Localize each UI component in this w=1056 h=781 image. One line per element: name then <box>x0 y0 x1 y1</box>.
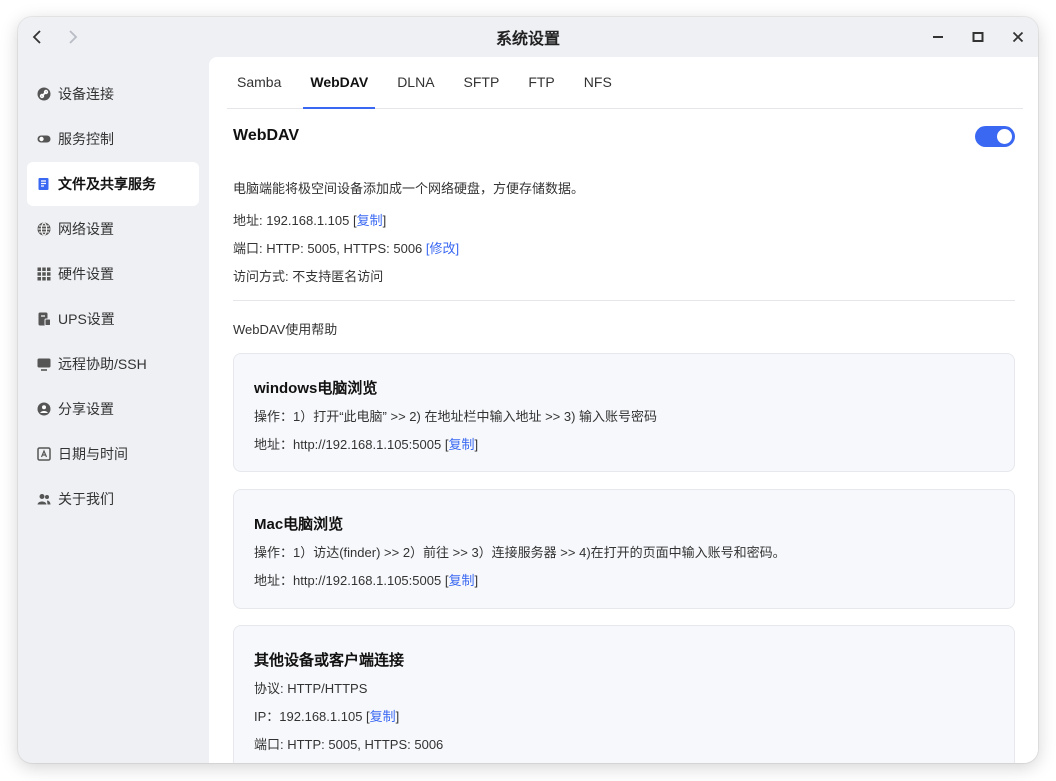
divider <box>233 300 1015 301</box>
sidebar-item-about[interactable]: 关于我们 <box>27 477 199 521</box>
maximize-button[interactable] <box>966 25 990 49</box>
window-controls <box>926 25 1030 49</box>
toggle-icon <box>37 132 51 146</box>
copy-windows-address-link[interactable]: 复制 <box>448 437 474 452</box>
sidebar: 设备连接 服务控制 文件及共享服务 网络设置 硬件设置 UPS设置 远程协助/S… <box>18 57 208 763</box>
copy-address-link[interactable]: 复制 <box>357 213 383 228</box>
card-ip-text: IP：192.168.1.105 <box>254 709 367 724</box>
sidebar-item-label: 日期与时间 <box>58 446 128 462</box>
sidebar-item-label: 网络设置 <box>58 221 114 237</box>
calendar-icon <box>37 447 51 461</box>
sidebar-item-hardware[interactable]: 硬件设置 <box>27 252 199 296</box>
sidebar-item-ups[interactable]: UPS设置 <box>27 297 199 341</box>
sidebar-item-file-share[interactable]: 文件及共享服务 <box>27 162 199 206</box>
help-title: WebDAV使用帮助 <box>233 322 338 337</box>
back-button[interactable] <box>26 25 48 49</box>
sidebar-item-label: 分享设置 <box>58 401 114 417</box>
link-icon <box>37 87 51 101</box>
tab-samba[interactable]: Samba <box>227 56 295 108</box>
chevron-left-icon <box>32 30 41 44</box>
card-address-line: 地址：http://192.168.1.105:5005 [复制] <box>254 570 478 589</box>
monitor-icon <box>37 357 51 371</box>
share-icon <box>37 402 51 416</box>
sidebar-item-date-time[interactable]: 日期与时间 <box>27 432 199 476</box>
webdav-enable-toggle[interactable] <box>975 126 1015 147</box>
nav-buttons <box>26 25 84 49</box>
maximize-icon <box>972 32 984 42</box>
sidebar-item-label: 文件及共享服务 <box>58 176 156 192</box>
card-line: 操作：1）打开“此电脑” >> 2) 在地址栏中输入地址 >> 3) 输入账号密… <box>254 409 658 424</box>
card-ip-line: IP：192.168.1.105 [复制] <box>254 706 399 725</box>
card-address-line: 地址：http://192.168.1.105:5005 [复制] <box>254 434 478 453</box>
tab-webdav[interactable]: WebDAV <box>296 56 382 109</box>
settings-window: 系统设置 设备连接 服务控制 文件及共享服务 网络设置 硬件设置 UPS设置 远… <box>18 17 1038 763</box>
users-icon <box>37 492 51 506</box>
sidebar-item-label: UPS设置 <box>58 311 115 327</box>
title-bar: 系统设置 <box>18 17 1038 57</box>
address-line: 地址: 192.168.1.105 [复制] <box>233 210 386 229</box>
sidebar-item-share-settings[interactable]: 分享设置 <box>27 387 199 431</box>
section-title: WebDAV <box>233 127 300 144</box>
close-icon <box>1012 31 1024 43</box>
bracket-close: ] <box>474 437 479 452</box>
close-button[interactable] <box>1006 25 1030 49</box>
tab-nfs[interactable]: NFS <box>570 56 626 108</box>
content-panel: Samba WebDAV DLNA SFTP FTP NFS WebDAV 电脑… <box>209 57 1038 763</box>
card-title: Mac电脑浏览 <box>254 516 344 533</box>
card-line: 操作：1）访达(finder) >> 2）前往 >> 3）连接服务器 >> 4)… <box>254 545 786 560</box>
minimize-icon <box>933 36 943 38</box>
access-line: 访问方式: 不支持匿名访问 <box>233 269 384 284</box>
sidebar-item-network[interactable]: 网络设置 <box>27 207 199 251</box>
copy-mac-address-link[interactable]: 复制 <box>448 573 474 588</box>
card-title: windows电脑浏览 <box>254 380 378 397</box>
port-line: 端口: HTTP: 5005, HTTPS: 5006 [修改] <box>233 238 459 257</box>
help-card-mac: Mac电脑浏览 操作：1）访达(finder) >> 2）前往 >> 3）连接服… <box>233 489 1015 609</box>
copy-ip-link[interactable]: 复制 <box>370 709 396 724</box>
window-title: 系统设置 <box>495 31 560 48</box>
card-address-text: 地址：http://192.168.1.105:5005 <box>254 437 445 452</box>
card-title: 其他设备或客户端连接 <box>254 652 405 669</box>
globe-icon <box>37 222 51 236</box>
port-text: 端口: HTTP: 5005, HTTPS: 5006 <box>233 241 426 256</box>
grid-icon <box>37 267 51 281</box>
file-share-icon <box>37 177 51 191</box>
sidebar-item-label: 硬件设置 <box>58 266 114 282</box>
card-address-text: 地址：http://192.168.1.105:5005 <box>254 573 445 588</box>
tab-sftp[interactable]: SFTP <box>450 56 514 108</box>
card-line: 端口: HTTP: 5005, HTTPS: 5006 <box>254 737 444 752</box>
sidebar-item-label: 关于我们 <box>58 491 114 507</box>
sidebar-item-device-connect[interactable]: 设备连接 <box>27 72 199 116</box>
protocol-tabs: Samba WebDAV DLNA SFTP FTP NFS <box>227 57 1023 109</box>
bracket-close: ] <box>395 709 400 724</box>
webdav-description: 电脑端能将极空间设备添加成一个网络硬盘，方便存储数据。 <box>233 181 585 196</box>
toggle-knob <box>997 129 1012 144</box>
sidebar-item-label: 设备连接 <box>58 86 114 102</box>
bracket-close: ] <box>382 213 387 228</box>
modify-label: 修改 <box>429 241 456 256</box>
card-line: 协议: HTTP/HTTPS <box>254 681 368 696</box>
sidebar-item-label: 远程协助/SSH <box>58 356 147 372</box>
forward-button[interactable] <box>62 25 84 49</box>
help-card-windows: windows电脑浏览 操作：1）打开“此电脑” >> 2) 在地址栏中输入地址… <box>233 353 1015 472</box>
sidebar-item-service-control[interactable]: 服务控制 <box>27 117 199 161</box>
tab-ftp[interactable]: FTP <box>514 56 568 108</box>
battery-icon <box>37 312 51 326</box>
chevron-right-icon <box>69 30 78 44</box>
sidebar-item-label: 服务控制 <box>58 131 114 147</box>
tab-dlna[interactable]: DLNA <box>383 56 448 108</box>
sidebar-item-remote-ssh[interactable]: 远程协助/SSH <box>27 342 199 386</box>
minimize-button[interactable] <box>926 25 950 49</box>
help-card-other: 其他设备或客户端连接 协议: HTTP/HTTPS IP：192.168.1.1… <box>233 625 1015 763</box>
address-text: 地址: 192.168.1.105 <box>233 213 353 228</box>
bracket-close: ] <box>474 573 479 588</box>
modify-port-link[interactable]: [修改] <box>426 241 459 256</box>
